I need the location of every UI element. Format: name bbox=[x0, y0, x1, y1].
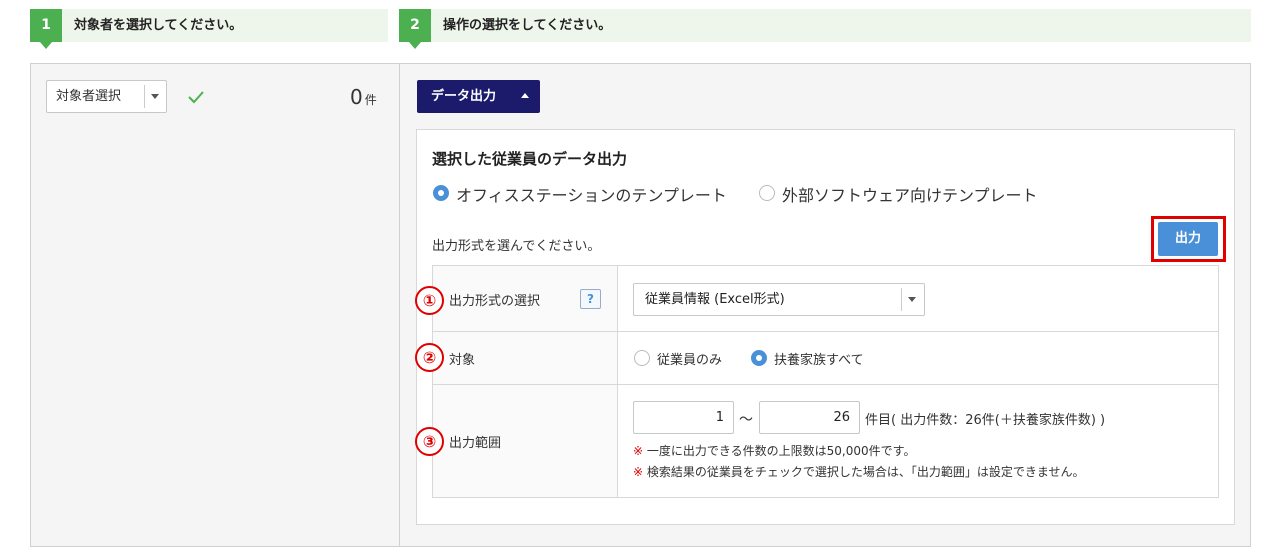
check-icon bbox=[188, 91, 204, 104]
step-1-title: 対象者を選択してください。 bbox=[74, 18, 243, 33]
range-suffix-text: 件目( 出力件数：26件(＋扶養家族件数) ) bbox=[865, 413, 1106, 428]
step-1-header: 1 対象者を選択してください。 bbox=[30, 9, 388, 49]
note-mark: ※ bbox=[633, 465, 644, 479]
chevron-down-icon bbox=[151, 94, 159, 99]
data-output-toggle-button[interactable]: データ出力 bbox=[417, 80, 540, 113]
count-unit: 件 bbox=[364, 93, 377, 107]
section-title: 選択した従業員のデータ出力 bbox=[432, 150, 628, 168]
row-label-target: 対象 bbox=[449, 353, 476, 368]
radio-label-external-software-template: 外部ソフトウェア向けテンプレート bbox=[782, 186, 1038, 205]
step-number-2: 2 bbox=[399, 9, 431, 49]
note-limit: ※ 一度に出力できる件数の上限数は50,000件です。 bbox=[633, 442, 915, 459]
radio-office-station-template[interactable] bbox=[433, 185, 449, 201]
target-selector-dropdown[interactable]: 対象者選択 bbox=[46, 80, 167, 113]
column-divider bbox=[399, 64, 400, 546]
note-limit-text: 一度に出力できる件数の上限数は50,000件です。 bbox=[646, 444, 916, 458]
radio-label-office-station-template: オフィスステーションのテンプレート bbox=[456, 186, 727, 205]
output-button[interactable]: 出力 bbox=[1158, 222, 1218, 256]
step-2-title: 操作の選択をしてください。 bbox=[443, 18, 612, 33]
radio-employees-only[interactable] bbox=[634, 350, 650, 366]
format-prompt: 出力形式を選んでください。 bbox=[432, 239, 601, 254]
note-range-disabled-text: 検索結果の従業員をチェックで選択した場合は、「出力範囲」は設定できません。 bbox=[646, 465, 1085, 479]
dropdown-separator bbox=[901, 288, 902, 311]
row-label-output-format: 出力形式の選択 bbox=[449, 294, 541, 309]
chevron-up-icon bbox=[521, 93, 529, 98]
radio-label-employees-only: 従業員のみ bbox=[657, 353, 723, 368]
chevron-down-icon bbox=[908, 297, 916, 302]
table-row-divider bbox=[433, 331, 1218, 332]
table-column-divider bbox=[617, 266, 618, 497]
target-selector-label: 対象者選択 bbox=[56, 89, 122, 104]
radio-label-all-dependents: 扶養家族すべて bbox=[774, 353, 864, 368]
output-format-select[interactable]: 従業員情報 (Excel形式) bbox=[633, 283, 925, 316]
data-output-label: データ出力 bbox=[431, 89, 497, 104]
range-to-input[interactable]: 26 bbox=[759, 401, 860, 434]
help-icon[interactable]: ? bbox=[580, 289, 601, 309]
marker-1: ① bbox=[415, 286, 444, 315]
radio-external-software-template[interactable] bbox=[759, 185, 775, 201]
marker-3: ③ bbox=[415, 427, 444, 456]
row-label-output-range: 出力範囲 bbox=[449, 436, 502, 451]
note-range-disabled: ※ 検索結果の従業員をチェックで選択した場合は、「出力範囲」は設定できません。 bbox=[633, 463, 1085, 480]
output-format-value: 従業員情報 (Excel形式) bbox=[645, 292, 785, 307]
table-row-divider bbox=[433, 384, 1218, 385]
radio-all-dependents[interactable] bbox=[751, 350, 767, 366]
selected-count: 0件 bbox=[350, 85, 377, 109]
count-value: 0 bbox=[350, 85, 363, 109]
marker-2: ② bbox=[415, 343, 444, 372]
range-tilde: ～ bbox=[739, 412, 753, 428]
range-from-input[interactable]: 1 bbox=[633, 401, 734, 434]
note-mark: ※ bbox=[633, 444, 644, 458]
dropdown-separator bbox=[144, 85, 145, 108]
step-number-1: 1 bbox=[30, 9, 62, 49]
step-2-header: 2 操作の選択をしてください。 bbox=[399, 9, 1251, 49]
